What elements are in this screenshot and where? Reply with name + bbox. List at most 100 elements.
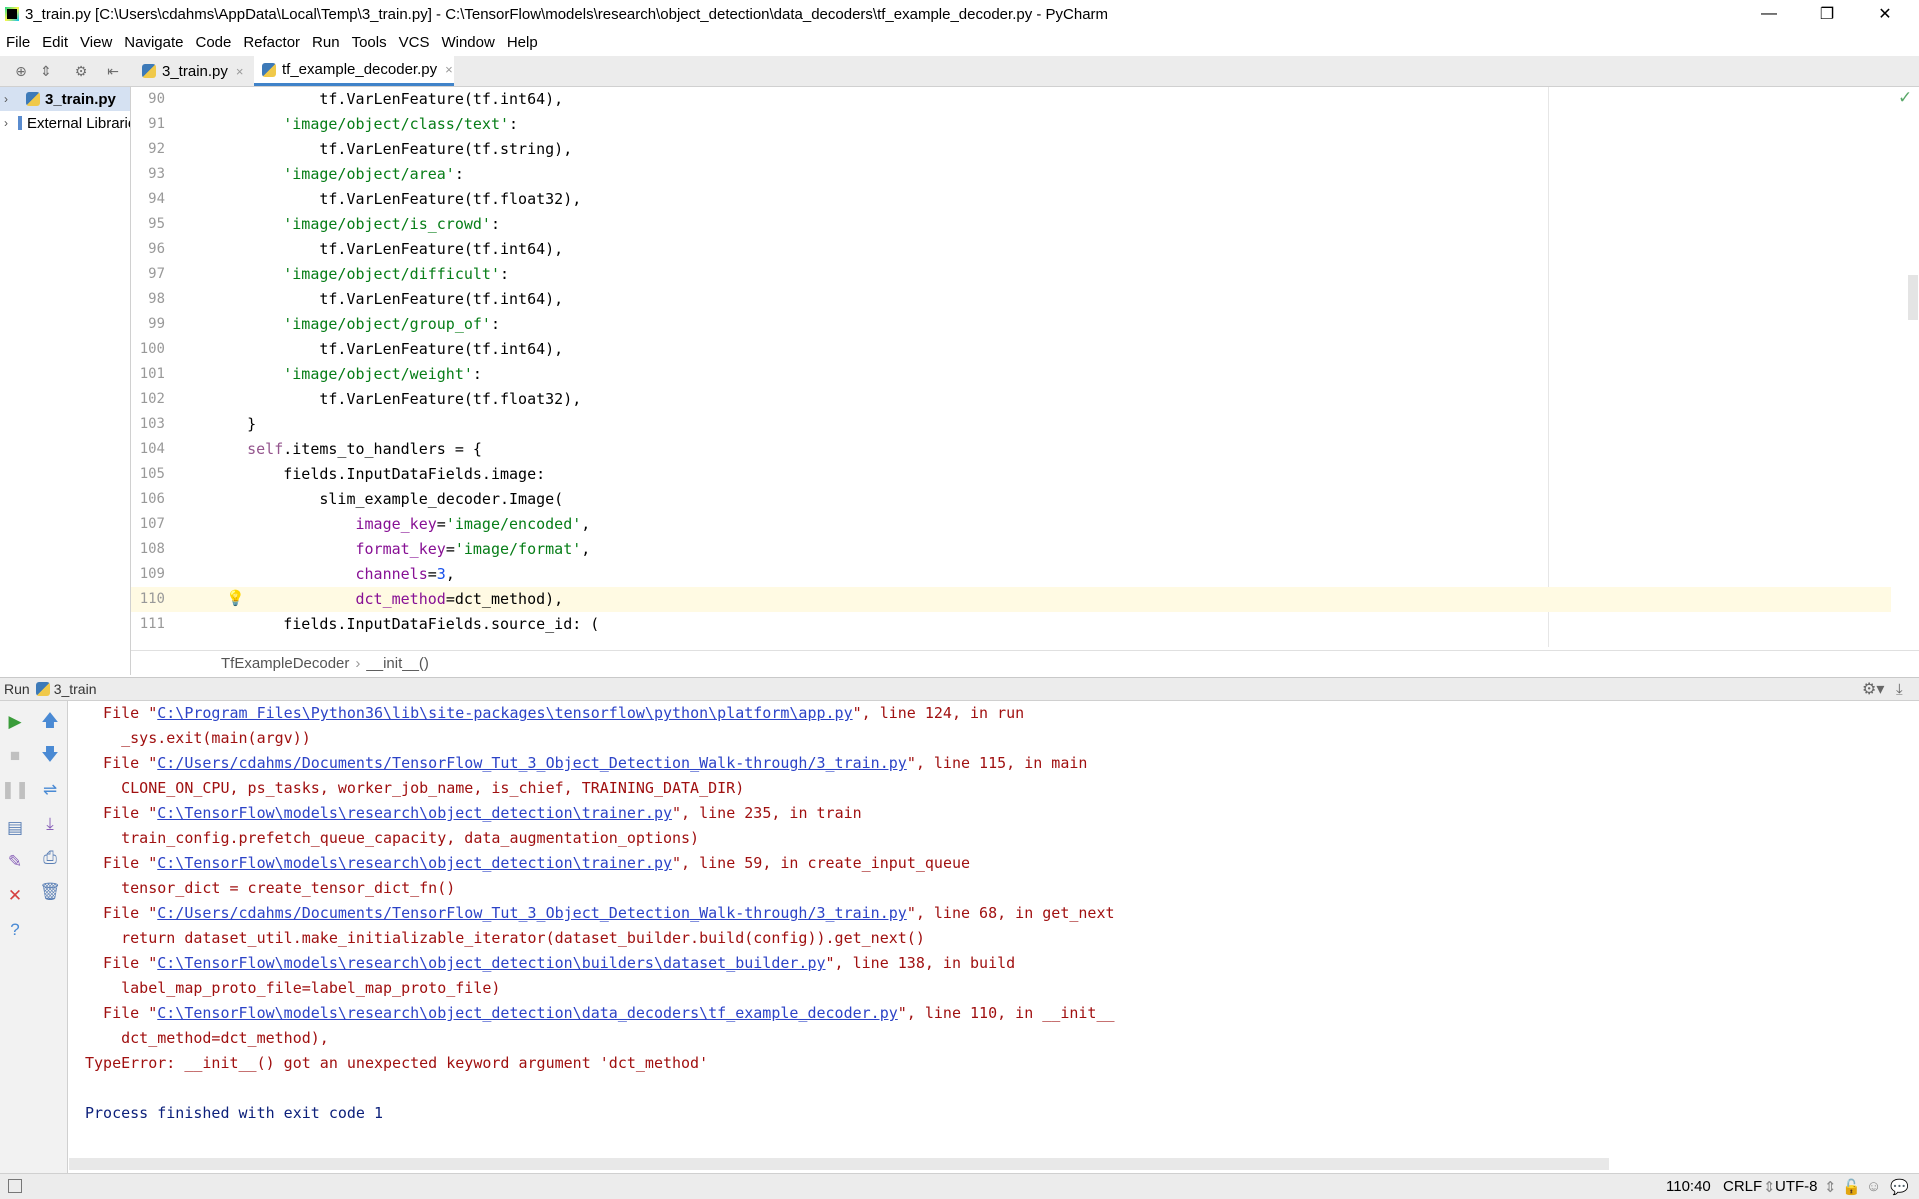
line-separator-dropdown-icon[interactable]: ⇕ xyxy=(1763,1178,1776,1196)
console-line: File "C:\TensorFlow\models\research\obje… xyxy=(85,951,1015,976)
file-encoding[interactable]: UTF-8 xyxy=(1775,1178,1818,1195)
collapse-all-icon[interactable]: ⇕ xyxy=(37,62,55,80)
run-config-name[interactable]: 3_train xyxy=(54,681,97,697)
code-editor[interactable]: 90 tf.VarLenFeature(tf.int64), 91 'image/… xyxy=(131,87,1919,647)
code-line[interactable]: tf.VarLenFeature(tf.int64), xyxy=(211,287,563,312)
editor-scrollbar-thumb[interactable] xyxy=(1908,275,1918,320)
soft-wrap-icon[interactable]: ⇌ xyxy=(39,779,61,801)
code-line[interactable]: fields.InputDataFields.source_id: ( xyxy=(211,612,599,637)
close-icon[interactable]: ✕ xyxy=(4,885,26,907)
line-number: 92 xyxy=(148,141,165,157)
menu-vcs[interactable]: VCS xyxy=(393,34,436,51)
line-number: 98 xyxy=(148,291,165,307)
caret-position[interactable]: 110:40 xyxy=(1666,1178,1711,1195)
menu-window[interactable]: Window xyxy=(435,34,500,51)
console-line: File "C:\TensorFlow\models\research\obje… xyxy=(85,851,970,876)
line-separator[interactable]: CRLF xyxy=(1723,1178,1762,1195)
restore-button[interactable]: ❐ xyxy=(1798,0,1856,28)
menu-edit[interactable]: Edit xyxy=(36,34,74,51)
code-line[interactable]: format_key='image/format', xyxy=(211,537,591,562)
expand-arrow-icon[interactable]: › xyxy=(4,116,8,130)
console-horizontal-scrollbar[interactable] xyxy=(69,1158,1609,1170)
traceback-file-link[interactable]: C:\TensorFlow\models\research\object_det… xyxy=(157,854,672,872)
menu-code[interactable]: Code xyxy=(189,34,237,51)
menu-tools[interactable]: Tools xyxy=(346,34,393,51)
breadcrumb-method[interactable]: __init__() xyxy=(366,655,429,672)
code-line[interactable]: 'image/object/is_crowd': xyxy=(211,212,500,237)
scroll-to-end-icon[interactable]: ⤓ xyxy=(39,813,61,835)
code-line[interactable]: image_key='image/encoded', xyxy=(211,512,591,537)
trash-icon[interactable]: 🗑 xyxy=(39,881,61,903)
tab-tf-example-decoder[interactable]: tf_example_decoder.py × xyxy=(254,56,454,86)
stop-icon[interactable]: ■ xyxy=(4,745,26,767)
line-number: 94 xyxy=(148,191,165,207)
code-line[interactable]: slim_example_decoder.Image( xyxy=(211,487,563,512)
locate-icon[interactable]: ⊕ xyxy=(12,62,30,80)
console-text: CLONE_ON_CPU, ps_tasks, worker_job_name,… xyxy=(85,779,745,797)
project-item-external-libraries[interactable]: › External Libraries xyxy=(0,111,130,135)
code-line[interactable]: tf.VarLenFeature(tf.int64), xyxy=(211,87,563,112)
tab-close-icon[interactable]: × xyxy=(445,62,453,77)
console-text: TypeError: __init__() got an unexpected … xyxy=(85,1054,709,1072)
menu-help[interactable]: Help xyxy=(501,34,544,51)
code-line[interactable]: tf.VarLenFeature(tf.int64), xyxy=(211,337,563,362)
right-margin-guide xyxy=(1548,87,1549,647)
code-line[interactable]: tf.VarLenFeature(tf.string), xyxy=(211,137,572,162)
traceback-file-link[interactable]: C:\TensorFlow\models\research\object_det… xyxy=(157,1004,898,1022)
line-number: 109 xyxy=(139,566,165,582)
breadcrumb-class[interactable]: TfExampleDecoder xyxy=(221,655,349,672)
project-item-3-train[interactable]: › 3_train.py xyxy=(0,87,130,111)
console-text: dct_method=dct_method), xyxy=(85,1029,329,1047)
help-icon[interactable]: ? xyxy=(4,919,26,941)
traceback-file-link[interactable]: C:\TensorFlow\models\research\object_det… xyxy=(157,804,672,822)
tab-label: 3_train.py xyxy=(162,62,228,80)
minimize-button[interactable]: — xyxy=(1740,0,1798,28)
rerun-icon[interactable]: ▶ xyxy=(4,711,26,733)
down-arrow-icon[interactable]: 🡇 xyxy=(39,745,61,767)
pin-icon[interactable]: ✎ xyxy=(4,851,26,873)
code-line[interactable]: } xyxy=(211,412,256,437)
menu-refactor[interactable]: Refactor xyxy=(237,34,306,51)
tool-windows-icon[interactable] xyxy=(8,1179,22,1193)
traceback-file-link[interactable]: C:\Program Files\Python36\lib\site-packa… xyxy=(157,704,852,722)
gear-icon[interactable]: ⚙ xyxy=(72,62,90,80)
expand-arrow-icon[interactable]: › xyxy=(4,92,16,106)
hide-tool-window-icon[interactable]: ⤓ xyxy=(1896,681,1903,698)
menu-file[interactable]: File xyxy=(0,34,36,51)
pause-icon[interactable]: ❚❚ xyxy=(1,779,30,801)
traceback-file-link[interactable]: C:/Users/cdahms/Documents/TensorFlow_Tut… xyxy=(157,904,907,922)
code-line[interactable]: fields.InputDataFields.image: xyxy=(211,462,545,487)
inspector-icon[interactable]: ☺ xyxy=(1866,1178,1881,1195)
code-line[interactable]: tf.VarLenFeature(tf.float32), xyxy=(211,387,581,412)
lock-icon[interactable]: 🔓 xyxy=(1842,1178,1861,1196)
code-line[interactable]: tf.VarLenFeature(tf.float32), xyxy=(211,187,581,212)
code-line[interactable]: 'image/object/difficult': xyxy=(211,262,509,287)
menu-view[interactable]: View xyxy=(74,34,118,51)
python-file-icon xyxy=(262,62,276,77)
close-window-button[interactable]: ✕ xyxy=(1856,0,1914,28)
code-line[interactable]: 'image/object/group_of': xyxy=(211,312,500,337)
traceback-file-link[interactable]: C:\TensorFlow\models\research\object_det… xyxy=(157,954,825,972)
tab-3-train[interactable]: 3_train.py × xyxy=(134,56,249,86)
gear-icon[interactable]: ⚙▾ xyxy=(1862,679,1884,699)
menu-navigate[interactable]: Navigate xyxy=(118,34,189,51)
code-line[interactable]: tf.VarLenFeature(tf.int64), xyxy=(211,237,563,262)
hide-panel-icon[interactable]: ⇤ xyxy=(104,62,122,80)
code-line[interactable]: channels=3, xyxy=(211,562,455,587)
encoding-dropdown-icon[interactable]: ⇕ xyxy=(1824,1178,1837,1196)
run-console[interactable]: File " C:\Program Files\Python36\lib\site… xyxy=(69,701,1919,1173)
console-text: File " xyxy=(85,1004,158,1022)
event-log-icon[interactable]: 💬 xyxy=(1890,1178,1909,1196)
up-arrow-icon[interactable]: 🡅 xyxy=(39,711,61,733)
code-line[interactable]: 'image/object/area': xyxy=(211,162,464,187)
code-line[interactable]: 'image/object/weight': xyxy=(211,362,482,387)
menu-run[interactable]: Run xyxy=(306,34,346,51)
traceback-file-link[interactable]: C:/Users/cdahms/Documents/TensorFlow_Tut… xyxy=(157,754,907,772)
code-line[interactable]: dct_method=dct_method), xyxy=(211,587,564,612)
tab-close-icon[interactable]: × xyxy=(236,64,244,79)
print-icon[interactable]: ⎙ xyxy=(39,847,61,869)
breadcrumb: TfExampleDecoder › __init__() xyxy=(131,650,1919,675)
code-line[interactable]: 'image/object/class/text': xyxy=(211,112,518,137)
layout-icon[interactable]: ▤ xyxy=(4,817,26,839)
code-line[interactable]: self.items_to_handlers = { xyxy=(211,437,482,462)
